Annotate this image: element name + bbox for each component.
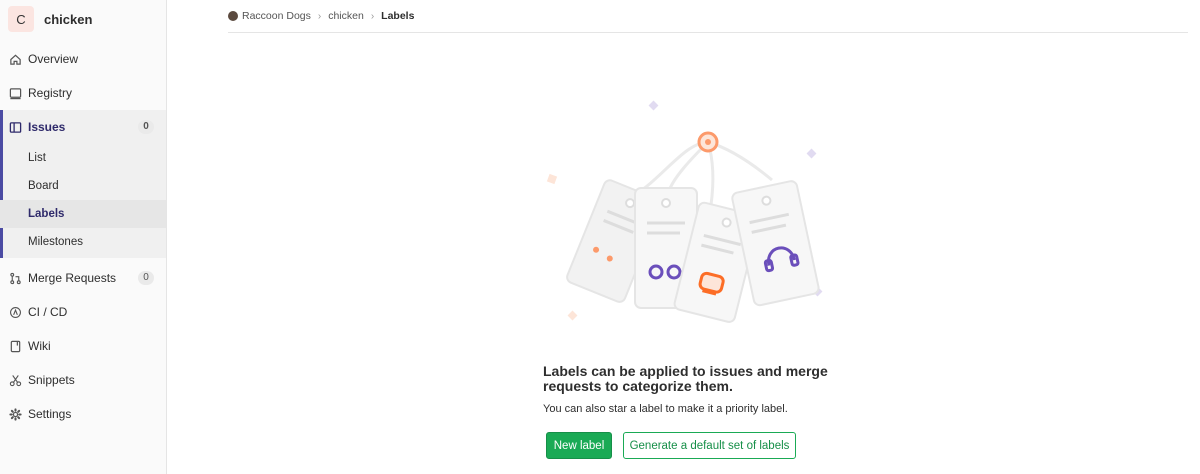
scissors-icon <box>8 373 22 387</box>
issues-section: Issues 0 List Board Labels Milestones <box>0 110 166 258</box>
issues-count-badge: 0 <box>138 120 154 134</box>
chevron-right-icon: › <box>370 10 375 22</box>
sidebar-item-label: Registry <box>28 86 73 100</box>
issues-icon <box>8 120 22 134</box>
rocket-icon <box>8 305 22 319</box>
generate-default-labels-button[interactable]: Generate a default set of labels <box>623 432 796 459</box>
merge-requests-count-badge: 0 <box>138 271 154 285</box>
empty-state-description: You can also star a label to make it a p… <box>543 403 788 415</box>
project-name: chicken <box>44 11 93 27</box>
sidebar-subitem-list[interactable]: List <box>0 144 166 172</box>
sidebar: C chicken Overview Registry Issues 0 Lis… <box>0 0 167 474</box>
sidebar-subitem-label: Board <box>28 180 59 192</box>
sidebar-item-label: Wiki <box>28 339 51 353</box>
breadcrumb: Raccoon Dogs › chicken › Labels <box>228 0 1188 33</box>
empty-state-title: Labels can be applied to issues and merg… <box>543 363 828 394</box>
sidebar-item-wiki[interactable]: Wiki <box>0 329 166 363</box>
sidebar-subitem-labels[interactable]: Labels <box>0 200 166 228</box>
sidebar-item-issues[interactable]: Issues 0 <box>0 110 166 144</box>
sidebar-item-settings[interactable]: Settings <box>0 397 166 431</box>
home-icon <box>8 52 22 66</box>
sidebar-item-overview[interactable]: Overview <box>0 42 166 76</box>
group-avatar <box>228 11 238 21</box>
gear-icon <box>8 407 22 421</box>
sidebar-item-ci-cd[interactable]: CI / CD <box>0 295 166 329</box>
sidebar-subitem-board[interactable]: Board <box>0 172 166 200</box>
breadcrumb-current[interactable]: Labels <box>381 10 414 22</box>
sidebar-item-label: Snippets <box>28 373 75 387</box>
sidebar-subitem-label: Labels <box>28 208 65 220</box>
sidebar-item-label: CI / CD <box>28 305 68 319</box>
sidebar-item-label: Merge Requests <box>28 271 117 285</box>
sidebar-item-label: Overview <box>28 52 79 66</box>
sidebar-subitem-milestones[interactable]: Milestones <box>0 228 166 256</box>
container-icon <box>8 86 22 100</box>
sidebar-item-snippets[interactable]: Snippets <box>0 363 166 397</box>
project-avatar: C <box>8 6 34 32</box>
sidebar-item-merge-requests[interactable]: Merge Requests 0 <box>0 261 166 295</box>
book-icon <box>8 339 22 353</box>
labels-empty-illustration <box>546 100 823 323</box>
new-label-button[interactable]: New label <box>546 432 612 459</box>
sidebar-item-registry[interactable]: Registry <box>0 76 166 110</box>
breadcrumb-project-link[interactable]: chicken <box>328 10 364 22</box>
chevron-right-icon: › <box>317 10 322 22</box>
sidebar-item-label: Settings <box>28 407 72 421</box>
sidebar-item-label: Issues <box>28 120 66 134</box>
breadcrumb-group-link[interactable]: Raccoon Dogs <box>242 10 311 22</box>
merge-request-icon <box>8 271 22 285</box>
project-header[interactable]: C chicken <box>0 0 166 38</box>
sidebar-subitem-label: Milestones <box>28 236 83 248</box>
sidebar-subitem-label: List <box>28 152 46 164</box>
